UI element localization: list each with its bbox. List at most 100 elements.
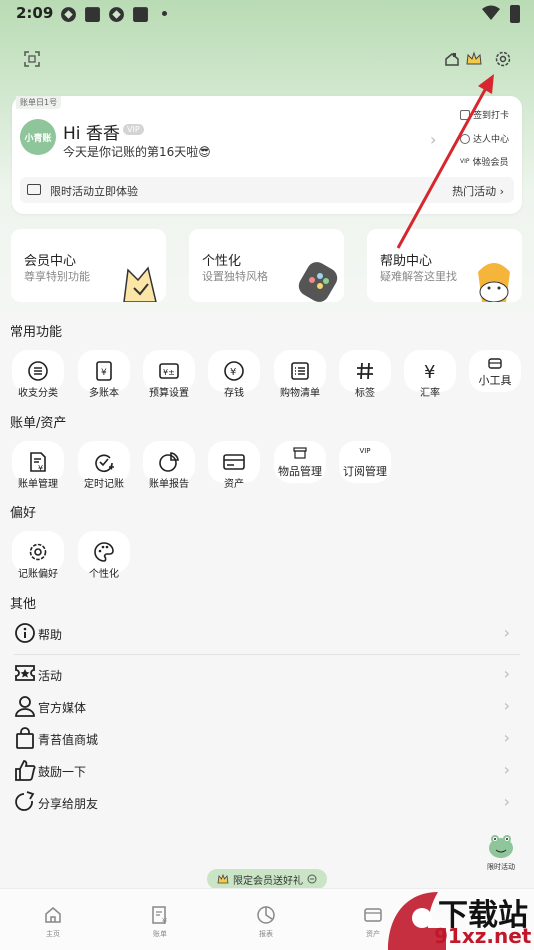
grid-label: 记账偏好 — [18, 569, 58, 580]
yuan-coin-icon: ¥ — [224, 361, 244, 381]
crown-icon[interactable] — [465, 50, 483, 68]
list-item-moss-mall[interactable]: 青苔值商城 › — [14, 724, 520, 754]
feature-subtitle: 疑难解答这里找 — [380, 270, 457, 283]
feature-title: 会员中心 — [24, 254, 77, 269]
days-counter-text: 今天是你记账的第16天啦😎 — [63, 145, 211, 159]
grid-personalize[interactable]: 个性化 — [78, 531, 130, 580]
vpn-icon-2 — [109, 7, 124, 22]
trial-member-label: 体验会员 — [472, 158, 509, 168]
checkin-link[interactable]: 签到打卡 — [460, 108, 509, 121]
list-label: 帮助 — [38, 628, 63, 642]
list-item-help[interactable]: 帮助 › — [14, 619, 520, 649]
ticket-star-icon — [15, 665, 35, 681]
grid-multi-ledger[interactable]: ¥ 多账本 — [78, 350, 130, 399]
grid-budget-settings[interactable]: ¥± 预算设置 — [143, 350, 195, 399]
grid-label: 账单管理 — [18, 479, 58, 490]
expert-center-label: 达人中心 — [473, 135, 510, 145]
bill-document-icon: ¥ — [30, 452, 46, 473]
grid-label: 订阅管理 — [343, 465, 387, 478]
box-icon — [293, 447, 307, 459]
app-notification-icon — [85, 7, 100, 22]
expert-center-link[interactable]: 达人中心 — [460, 132, 509, 145]
grid-exchange-rate[interactable]: ¥ 汇率 — [404, 350, 456, 399]
tab-reports[interactable]: 报表 — [246, 905, 286, 939]
feature-subtitle: 设置独特风格 — [202, 270, 268, 283]
home-icon — [45, 907, 61, 923]
vip-icon: VIP — [460, 158, 470, 165]
chevron-right-icon: › — [503, 623, 510, 642]
grid-tools[interactable]: 小工具 — [469, 350, 521, 392]
limited-activity-badge[interactable]: 限时活动 — [486, 830, 516, 872]
wifi-icon — [482, 5, 500, 20]
limited-promo-bar[interactable]: 限时活动立即体验 热门活动 › — [20, 177, 514, 203]
svg-text:¥±: ¥± — [163, 368, 175, 377]
feature-title: 帮助中心 — [380, 254, 433, 269]
grid-scheduled-bookkeeping[interactable]: 定时记账 — [78, 441, 130, 490]
grid-label: 预算设置 — [149, 388, 189, 399]
chevron-right-icon[interactable]: › — [430, 130, 436, 149]
grid-label: 标签 — [355, 388, 375, 399]
grid-assets[interactable]: 资产 — [208, 441, 260, 490]
list-label: 活动 — [38, 669, 63, 683]
thumbs-up-icon — [15, 760, 36, 781]
grid-bill-report[interactable]: 账单报告 — [143, 441, 195, 490]
close-circle-icon[interactable] — [307, 874, 317, 884]
list-item-share[interactable]: 分享给朋友 › — [14, 788, 520, 818]
vip-badge: VIP — [123, 124, 144, 135]
tab-bills[interactable]: ¥ 账单 — [140, 905, 180, 939]
cat-mascot-icon — [123, 266, 157, 302]
settings-gear-icon[interactable] — [494, 50, 512, 68]
grid-tags[interactable]: 标签 — [339, 350, 391, 399]
personalize-card[interactable]: 个性化 设置独特风格 — [189, 229, 344, 302]
bill-icon: ¥ — [152, 906, 167, 926]
grid-item-management[interactable]: 物品管理 — [274, 441, 326, 483]
grid-label: 多账本 — [89, 388, 119, 399]
svg-text:¥: ¥ — [424, 362, 435, 382]
list-label: 青苔值商城 — [38, 733, 99, 747]
list-item-activity[interactable]: 活动 › — [14, 660, 520, 690]
svg-text:¥: ¥ — [38, 464, 43, 473]
palette-icon — [94, 542, 114, 562]
list-label: 分享给朋友 — [38, 797, 99, 811]
list-item-encourage[interactable]: 鼓励一下 › — [14, 756, 520, 786]
grid-label: 个性化 — [89, 569, 119, 580]
common-section-title: 常用功能 — [10, 325, 63, 340]
grid-subscription-management[interactable]: VIP 订阅管理 — [339, 441, 391, 483]
chevron-right-icon: › — [503, 792, 510, 811]
more-notifications-dot — [162, 11, 167, 16]
grid-shopping-list[interactable]: 购物清单 — [274, 350, 326, 399]
app-notification-icon-2 — [133, 7, 148, 22]
budget-calculator-icon: ¥± — [159, 363, 179, 379]
list-item-official-media[interactable]: 官方媒体 › — [14, 692, 520, 722]
grid-bill-management[interactable]: ¥ 账单管理 — [12, 441, 64, 490]
report-pie-icon — [257, 906, 275, 924]
side-badge-label: 限时活动 — [487, 863, 515, 871]
status-time: 2:09 — [16, 4, 54, 22]
member-gift-label: 限定会员送好礼 — [233, 875, 303, 887]
clock-check-icon — [95, 454, 114, 473]
feature-subtitle: 尊享特别功能 — [24, 270, 90, 283]
help-center-card[interactable]: 帮助中心 疑难解答这里找 — [367, 229, 522, 302]
avatar[interactable]: 小青账 — [20, 119, 56, 155]
card-icon — [223, 454, 245, 470]
member-center-card[interactable]: 会员中心 尊享特别功能 — [11, 229, 166, 302]
chevron-right-icon: › — [503, 664, 510, 683]
palette-art-icon — [298, 262, 338, 302]
grid-income-category[interactable]: 收支分类 — [12, 350, 64, 399]
bill-day-tag: 账单日1号 — [16, 96, 62, 109]
promo-left-text: 限时活动立即体验 — [50, 185, 138, 198]
grid-bookkeeping-prefs[interactable]: 记账偏好 — [12, 531, 64, 580]
grid-label: 资产 — [224, 479, 244, 490]
hot-activity-link[interactable]: 热门活动 › — [452, 183, 504, 199]
grid-savings[interactable]: ¥ 存钱 — [208, 350, 260, 399]
scan-icon[interactable] — [23, 50, 41, 68]
trial-member-link[interactable]: VIP 体验会员 — [460, 155, 509, 168]
list-divider — [14, 654, 520, 655]
member-gift-promo[interactable]: 限定会员送好礼 — [207, 869, 327, 889]
house-icon[interactable] — [443, 50, 461, 68]
tab-home[interactable]: 主页 — [33, 905, 73, 939]
checkin-label: 签到打卡 — [473, 111, 510, 121]
grid-label: 收支分类 — [18, 388, 58, 399]
grid-label: 小工具 — [478, 374, 512, 387]
vip-icon: VIP — [359, 447, 371, 455]
